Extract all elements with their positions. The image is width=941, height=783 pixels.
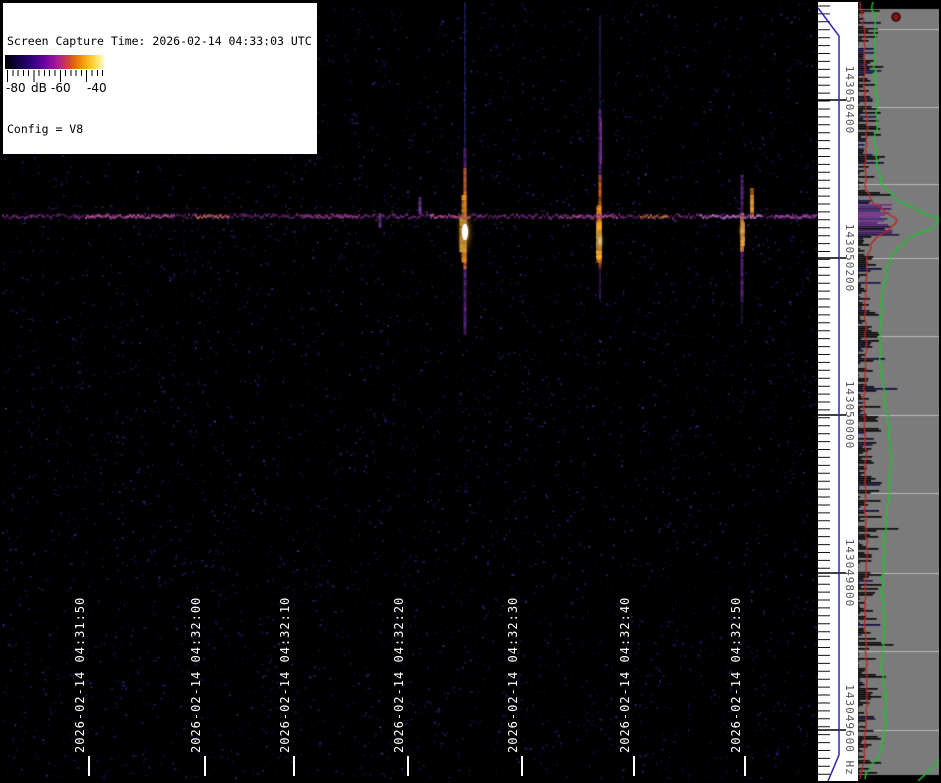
major-ticks <box>818 100 846 730</box>
db-label-60: -60 <box>51 81 71 95</box>
spectrum-side-panel <box>858 2 939 781</box>
frequency-axis: 143050400 143050200 143050000 143049800 1430… <box>818 2 858 781</box>
capture-time-text: Screen Capture Time: 2026-02-14 04:33:03… <box>7 34 312 49</box>
db-label-40: -40 <box>87 81 107 95</box>
minor-ticks <box>818 6 830 774</box>
screen-capture-root: { "window": {"width": 941, "height": 783… <box>0 0 941 783</box>
config-text: Config = V8 <box>7 122 312 137</box>
freq-axis-label: 143050200 <box>843 224 856 293</box>
db-label-80: -80 <box>6 81 26 95</box>
color-gradient-bar <box>5 55 109 69</box>
freq-axis-label: 143050000 <box>843 381 856 450</box>
freq-axis-label: 143049600 Hz <box>843 684 856 775</box>
db-color-scale-legend: -80 dB -60 -40 <box>4 54 110 97</box>
db-unit-label: dB <box>31 81 47 95</box>
freq-axis-label: 143049800 <box>843 539 856 608</box>
freq-axis-label: 143050400 <box>843 66 856 135</box>
